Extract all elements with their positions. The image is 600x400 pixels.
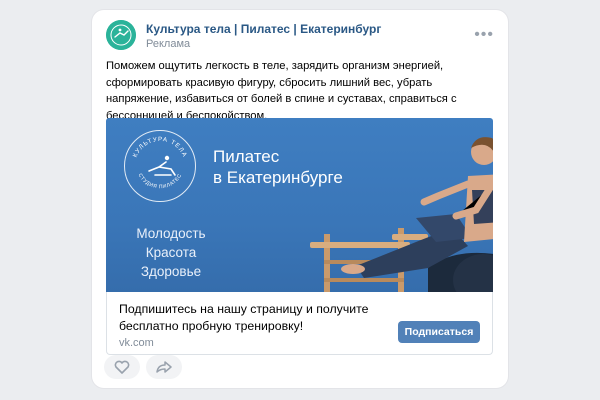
pilates-woman-photo [310, 137, 493, 292]
cta-box[interactable]: Подпишитесь на нашу страницу и получите … [106, 292, 493, 355]
studio-logo-graphic: КУЛЬТУРА ТЕЛА СТУДИЯ ПИЛАТЕС [132, 136, 189, 190]
cta-domain: vk.com [119, 337, 154, 349]
post-header: Культура тела | Пилатес | Екатеринбург Р… [106, 20, 494, 56]
ad-banner-image[interactable]: КУЛЬТУРА ТЕЛА СТУДИЯ ПИЛАТЕС Пилатес в Е… [106, 118, 493, 292]
avatar-logo-icon [106, 20, 136, 50]
subscribe-button[interactable]: Подписаться [398, 321, 480, 343]
ad-post-card: Культура тела | Пилатес | Екатеринбург Р… [92, 10, 508, 388]
cta-text[interactable]: Подпишитесь на нашу страницу и получите … [119, 301, 389, 335]
post-text: Поможем ощутить легкость в теле, зарядит… [106, 60, 457, 122]
community-name[interactable]: Культура тела | Пилатес | Екатеринбург [146, 22, 381, 36]
community-avatar[interactable] [106, 20, 136, 50]
share-button[interactable] [146, 355, 182, 379]
share-arrow-icon [156, 361, 172, 373]
logo-top-text: КУЛЬТУРА ТЕЛА [132, 136, 188, 159]
svg-text:КУЛЬТУРА ТЕЛА: КУЛЬТУРА ТЕЛА [132, 136, 189, 159]
like-button[interactable] [104, 355, 140, 379]
more-dots-icon[interactable]: ••• [474, 26, 494, 44]
studio-logo: КУЛЬТУРА ТЕЛА СТУДИЯ ПИЛАТЕС [124, 130, 196, 202]
ad-label: Реклама [146, 38, 191, 50]
heart-icon [114, 360, 130, 374]
